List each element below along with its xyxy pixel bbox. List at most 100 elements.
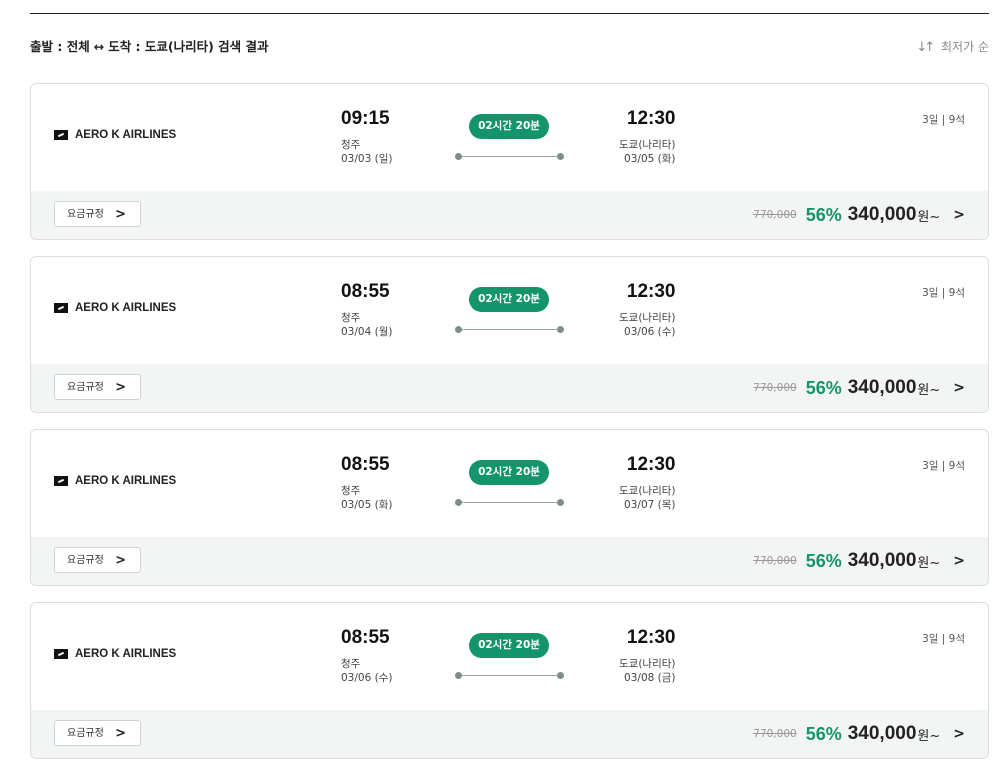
chevron-right-icon: > (115, 380, 126, 395)
seats-remaining: 3일 | 9석 (922, 460, 965, 472)
departure: 08:55 청주 03/05 (화) (341, 453, 392, 512)
fare-rule-button[interactable]: 요금규정 > (54, 547, 141, 573)
currency-label: 원~ (917, 728, 941, 744)
departure-time: 08:55 (341, 627, 390, 648)
departure-time: 09:15 (341, 108, 390, 129)
route-line (455, 153, 564, 160)
arrival-date: 03/05 (화) (624, 153, 676, 165)
select-price-button[interactable]: 770,000 56% 340,000 원~ > (753, 200, 965, 230)
route-start-dot (455, 672, 462, 679)
airline-name: AERO K AIRLINES (75, 129, 177, 141)
airline-logo-icon (54, 476, 68, 486)
chevron-right-icon: > (953, 726, 965, 742)
route-end-dot (557, 326, 564, 333)
sort-arrows-icon: ↓↑ (916, 40, 935, 55)
flight-card[interactable]: AERO K AIRLINES 08:55 청주 03/05 (화) 02시간 … (30, 429, 989, 586)
results-header: 출발 : 전체 ↔ 도착 : 도쿄(나리타) 검색 결과 ↓↑ 최저가 순 (30, 38, 989, 58)
fare-rule-label: 요금규정 (67, 209, 104, 220)
arrival: 12:30 도쿄(나리타) 03/05 (화) (619, 107, 676, 166)
original-price: 770,000 (753, 209, 797, 221)
arrival-place: 도쿄(나리타) (619, 485, 676, 497)
fare-rule-button[interactable]: 요금규정 > (54, 720, 141, 746)
flight-card[interactable]: AERO K AIRLINES 09:15 청주 03/03 (일) 02시간 … (30, 83, 989, 240)
airline-logo-icon (54, 303, 68, 313)
departure-place: 청주 (341, 485, 361, 497)
select-price-button[interactable]: 770,000 56% 340,000 원~ > (753, 719, 965, 749)
original-price: 770,000 (753, 382, 797, 394)
sale-price: 340,000 (847, 723, 917, 744)
duration-badge: 02시간 20분 (469, 114, 549, 139)
duration-badge: 02시간 20분 (469, 287, 549, 312)
departure: 08:55 청주 03/06 (수) (341, 626, 392, 685)
discount-rate: 56% (805, 723, 842, 744)
sale-price: 340,000 (847, 377, 917, 398)
route-end-dot (557, 499, 564, 506)
search-summary: 출발 : 전체 ↔ 도착 : 도쿄(나리타) 검색 결과 (30, 38, 269, 56)
discount-rate: 56% (805, 204, 842, 225)
airline: AERO K AIRLINES (54, 129, 176, 141)
arrival-place: 도쿄(나리타) (619, 312, 676, 324)
chevron-right-icon: > (115, 726, 126, 741)
arrival-date: 03/08 (금) (624, 672, 676, 684)
departure: 08:55 청주 03/04 (월) (341, 280, 392, 339)
flight-card[interactable]: AERO K AIRLINES 08:55 청주 03/06 (수) 02시간 … (30, 602, 989, 759)
flight-info: AERO K AIRLINES 09:15 청주 03/03 (일) 02시간 … (31, 84, 988, 191)
departure-date: 03/05 (화) (341, 499, 393, 511)
arrival-place: 도쿄(나리타) (619, 658, 676, 670)
flight-info: AERO K AIRLINES 08:55 청주 03/05 (화) 02시간 … (31, 430, 988, 537)
sort-button[interactable]: ↓↑ 최저가 순 (916, 38, 989, 57)
fare-rule-button[interactable]: 요금규정 > (54, 374, 141, 400)
airline-name: AERO K AIRLINES (75, 648, 177, 660)
price-bar: 요금규정 > 770,000 56% 340,000 원~ > (31, 710, 988, 758)
fare-rule-button[interactable]: 요금규정 > (54, 201, 141, 227)
departure-place: 청주 (341, 139, 361, 151)
price-bar: 요금규정 > 770,000 56% 340,000 원~ > (31, 364, 988, 412)
fare-rule-label: 요금규정 (67, 555, 104, 566)
seats-remaining: 3일 | 9석 (922, 114, 965, 126)
chevron-right-icon: > (953, 207, 965, 223)
airline-name: AERO K AIRLINES (75, 302, 177, 314)
route-line (455, 326, 564, 333)
search-summary-departure: 출발 : 전체 (30, 39, 90, 54)
airline: AERO K AIRLINES (54, 302, 176, 314)
duration-badge: 02시간 20분 (469, 633, 549, 658)
arrival: 12:30 도쿄(나리타) 03/06 (수) (619, 280, 676, 339)
original-price: 770,000 (753, 728, 797, 740)
route-end-dot (557, 153, 564, 160)
route-line (455, 672, 564, 679)
seats-remaining: 3일 | 9석 (922, 287, 965, 299)
arrival-time: 12:30 (626, 108, 676, 129)
flight-info: AERO K AIRLINES 08:55 청주 03/06 (수) 02시간 … (31, 603, 988, 710)
sale-price: 340,000 (847, 550, 917, 571)
discount-rate: 56% (805, 550, 842, 571)
seats-remaining: 3일 | 9석 (922, 633, 965, 645)
chevron-right-icon: > (115, 207, 126, 222)
chevron-right-icon: > (953, 380, 965, 396)
select-price-button[interactable]: 770,000 56% 340,000 원~ > (753, 546, 965, 576)
currency-label: 원~ (917, 382, 941, 398)
departure-place: 청주 (341, 312, 361, 324)
route-line (455, 499, 564, 506)
currency-label: 원~ (917, 555, 941, 571)
airline: AERO K AIRLINES (54, 648, 176, 660)
duration-badge: 02시간 20분 (469, 460, 549, 485)
arrival: 12:30 도쿄(나리타) 03/07 (목) (619, 453, 676, 512)
original-price: 770,000 (753, 555, 797, 567)
airline: AERO K AIRLINES (54, 475, 176, 487)
search-summary-destination: 도착 : 도쿄(나리타) 검색 결과 (108, 39, 269, 54)
route-start-dot (455, 153, 462, 160)
arrival-time: 12:30 (626, 627, 676, 648)
flight-card[interactable]: AERO K AIRLINES 08:55 청주 03/04 (월) 02시간 … (30, 256, 989, 413)
route-start-dot (455, 326, 462, 333)
arrival-time: 12:30 (626, 281, 676, 302)
price-bar: 요금규정 > 770,000 56% 340,000 원~ > (31, 537, 988, 585)
arrival-place: 도쿄(나리타) (619, 139, 676, 151)
select-price-button[interactable]: 770,000 56% 340,000 원~ > (753, 373, 965, 403)
sale-price: 340,000 (847, 204, 917, 225)
top-divider (30, 13, 989, 14)
departure: 09:15 청주 03/03 (일) (341, 107, 392, 166)
price-bar: 요금규정 > 770,000 56% 340,000 원~ > (31, 191, 988, 239)
arrival-date: 03/07 (목) (624, 499, 676, 511)
arrival-time: 12:30 (626, 454, 676, 475)
chevron-right-icon: > (115, 553, 126, 568)
